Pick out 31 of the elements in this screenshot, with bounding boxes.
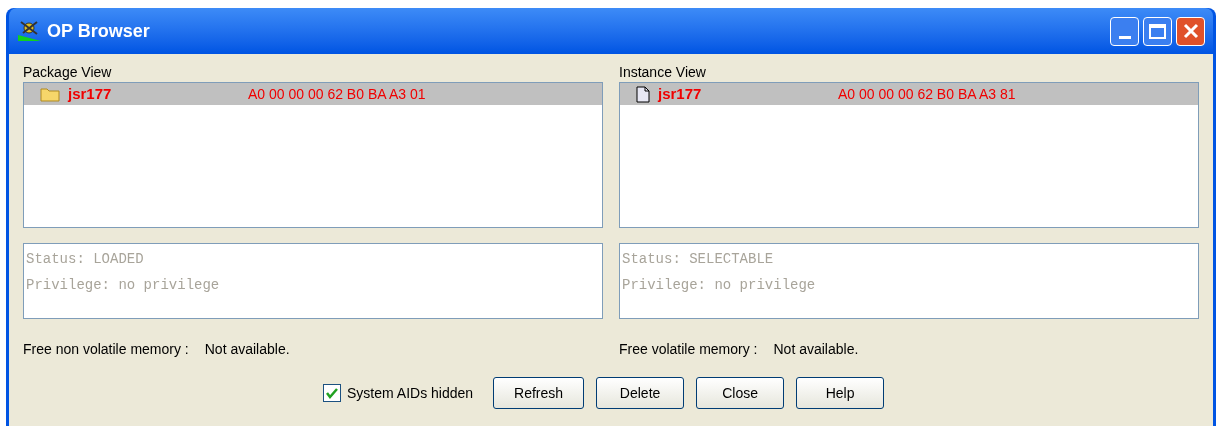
document-icon [636, 85, 650, 103]
check-icon [326, 387, 338, 399]
dialog-button[interactable]: Refresh [493, 377, 585, 409]
status-line: Privilege: no privilege [622, 276, 817, 295]
row-aid: A0 00 00 00 62 B0 BA A3 01 [248, 84, 426, 104]
row-name: jsr177 [68, 83, 113, 104]
minimize-icon [1118, 35, 1131, 39]
folder-icon [40, 86, 60, 102]
window-title: OP Browser [47, 19, 150, 43]
dialog-button[interactable]: Help [796, 377, 885, 409]
memory-value: Not available. [773, 340, 859, 359]
memory-value: Not available. [204, 340, 290, 359]
row-aid: A0 00 00 00 62 B0 BA A3 81 [838, 84, 1016, 104]
system-aids-checkbox[interactable]: System AIDs hidden [323, 382, 474, 404]
panel-heading: Package View [23, 63, 113, 82]
minimize-button[interactable] [1110, 16, 1139, 46]
close-button[interactable] [1176, 16, 1205, 46]
status-line: Privilege: no privilege [26, 276, 221, 295]
row-name: jsr177 [658, 83, 703, 104]
status-line: Status: LOADED [26, 250, 145, 269]
maximize-icon [1149, 23, 1166, 39]
checkbox-box[interactable] [323, 384, 341, 402]
dialog-button[interactable]: Close [696, 377, 785, 409]
memory-label: Free volatile memory : [619, 340, 758, 359]
panel-heading: Instance View [619, 63, 707, 82]
close-icon [1182, 23, 1199, 39]
status-line: Status: SELECTABLE [622, 250, 775, 269]
maximize-button[interactable] [1143, 16, 1172, 46]
checkbox-label: System AIDs hidden [347, 383, 474, 403]
dialog-button[interactable]: Delete [596, 377, 685, 409]
memory-label: Free non volatile memory : [23, 340, 189, 359]
